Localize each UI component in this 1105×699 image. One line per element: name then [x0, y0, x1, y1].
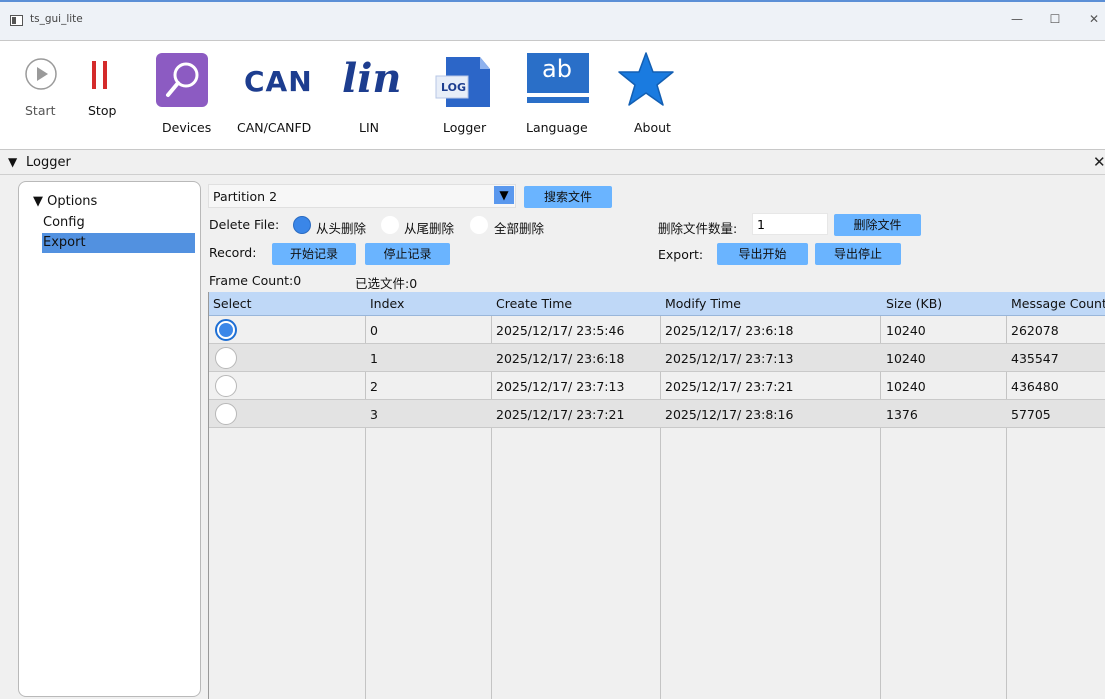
- search-file-button[interactable]: 搜索文件: [524, 186, 612, 208]
- star-icon: [618, 52, 674, 106]
- pause-icon: [92, 61, 107, 89]
- table-header: Select Index Create Time Modify Time Siz…: [209, 292, 1105, 316]
- table-row[interactable]: 3 2025/12/17/ 23:7:21 2025/12/17/ 23:8:1…: [209, 400, 1105, 428]
- collapse-arrow-icon[interactable]: ▼: [8, 155, 17, 169]
- delete-from-tail-radio[interactable]: [381, 216, 399, 234]
- language-label: Language: [526, 120, 588, 135]
- close-window-button[interactable]: ✕: [1084, 12, 1104, 26]
- delete-mode-head-label: 从头删除: [316, 221, 367, 236]
- delete-mode-tail-label: 从尾删除: [404, 221, 455, 236]
- cell-size: 1376: [886, 407, 918, 422]
- tree-item-config[interactable]: Config: [43, 215, 85, 230]
- record-label: Record:: [209, 245, 257, 260]
- cell-message-count: 262078: [1011, 323, 1059, 338]
- cell-index: 0: [370, 323, 378, 338]
- close-icon[interactable]: ✕: [1093, 153, 1105, 171]
- column-header-select[interactable]: Select: [213, 296, 252, 311]
- search-device-icon: [156, 53, 208, 107]
- can-logo-icon: CAN: [244, 65, 313, 98]
- row-select-radio[interactable]: [215, 347, 237, 369]
- cell-index: 1: [370, 351, 378, 366]
- dropdown-arrow-icon[interactable]: ▼: [494, 186, 514, 204]
- column-header-modify-time[interactable]: Modify Time: [665, 296, 741, 311]
- minimize-button[interactable]: —: [1007, 12, 1027, 26]
- column-header-index[interactable]: Index: [370, 296, 404, 311]
- row-select-radio[interactable]: [215, 403, 237, 425]
- logger-panel-header[interactable]: ▼ Logger ✕: [0, 151, 1105, 175]
- file-table: Select Index Create Time Modify Time Siz…: [208, 292, 1105, 699]
- start-record-button[interactable]: 开始记录: [272, 243, 356, 265]
- cell-create-time: 2025/12/17/ 23:6:18: [496, 351, 625, 366]
- delete-count-label: 删除文件数量:: [658, 221, 738, 236]
- stop-button[interactable]: [88, 59, 112, 91]
- start-button[interactable]: [24, 57, 58, 91]
- maximize-button[interactable]: ☐: [1045, 12, 1065, 26]
- delete-count-input[interactable]: [752, 213, 828, 235]
- about-button[interactable]: [617, 51, 675, 109]
- ab-text: ab: [542, 55, 572, 83]
- about-label: About: [634, 120, 671, 135]
- export-label: Export:: [658, 247, 704, 262]
- options-root[interactable]: ▼ Options: [33, 194, 97, 209]
- delete-file-label: Delete File:: [209, 217, 280, 232]
- delete-file-button[interactable]: 删除文件: [834, 214, 921, 236]
- cell-message-count: 435547: [1011, 351, 1059, 366]
- delete-all-radio[interactable]: [470, 216, 488, 234]
- cell-size: 10240: [886, 379, 926, 394]
- main-toolbar: Start Stop Devices CAN CAN/CANFD lin LIN…: [0, 40, 1105, 150]
- cell-index: 3: [370, 407, 378, 422]
- panel-title: Logger: [26, 155, 71, 170]
- column-header-size[interactable]: Size (KB): [886, 296, 942, 311]
- cell-create-time: 2025/12/17/ 23:7:13: [496, 379, 625, 394]
- can-canfd-label: CAN/CANFD: [237, 120, 312, 135]
- lin-button[interactable]: lin: [342, 55, 401, 102]
- table-row[interactable]: 2 2025/12/17/ 23:7:13 2025/12/17/ 23:7:2…: [209, 372, 1105, 400]
- delete-mode-all-label: 全部删除: [494, 221, 545, 236]
- partition-select[interactable]: Partition 2: [208, 184, 516, 208]
- start-label: Start: [25, 103, 56, 118]
- export-stop-button[interactable]: 导出停止: [815, 243, 901, 265]
- logger-label: Logger: [443, 120, 487, 135]
- devices-button[interactable]: [154, 53, 210, 109]
- language-button[interactable]: ab: [527, 53, 589, 105]
- cell-create-time: 2025/12/17/ 23:7:21: [496, 407, 625, 422]
- selected-files-count: 已选文件:0: [355, 276, 418, 291]
- lin-label: LIN: [359, 120, 380, 135]
- cell-message-count: 57705: [1011, 407, 1051, 422]
- title-bar: ts_gui_lite — ☐ ✕: [0, 0, 1105, 40]
- cell-modify-time: 2025/12/17/ 23:7:13: [665, 351, 794, 366]
- log-badge: LOG: [441, 81, 466, 94]
- cell-index: 2: [370, 379, 378, 394]
- app-window-icon: [10, 15, 23, 26]
- options-tree: ▼ Options Config Export: [18, 181, 201, 697]
- stop-label: Stop: [88, 103, 117, 118]
- play-icon: [25, 58, 57, 90]
- cell-modify-time: 2025/12/17/ 23:8:16: [665, 407, 794, 422]
- stop-record-button[interactable]: 停止记录: [365, 243, 450, 265]
- cell-message-count: 436480: [1011, 379, 1059, 394]
- cell-modify-time: 2025/12/17/ 23:6:18: [665, 323, 794, 338]
- cell-create-time: 2025/12/17/ 23:5:46: [496, 323, 625, 338]
- column-header-message-count[interactable]: Message Count: [1011, 296, 1105, 311]
- row-select-radio[interactable]: [215, 319, 237, 341]
- cell-size: 10240: [886, 323, 926, 338]
- can-button[interactable]: CAN: [244, 65, 313, 98]
- devices-label: Devices: [162, 120, 212, 135]
- tree-item-export[interactable]: Export: [43, 235, 86, 250]
- table-row[interactable]: 1 2025/12/17/ 23:6:18 2025/12/17/ 23:7:1…: [209, 344, 1105, 372]
- lin-logo-icon: lin: [342, 55, 402, 102]
- table-row[interactable]: 0 2025/12/17/ 23:5:46 2025/12/17/ 23:6:1…: [209, 316, 1105, 344]
- frame-count: Frame Count:0: [209, 273, 302, 288]
- export-start-button[interactable]: 导出开始: [717, 243, 808, 265]
- logger-button[interactable]: LOG: [432, 55, 492, 109]
- cell-modify-time: 2025/12/17/ 23:7:21: [665, 379, 794, 394]
- column-header-create-time[interactable]: Create Time: [496, 296, 572, 311]
- cell-size: 10240: [886, 351, 926, 366]
- partition-value: Partition 2: [213, 189, 278, 204]
- row-select-radio[interactable]: [215, 375, 237, 397]
- delete-from-head-radio[interactable]: [293, 216, 311, 234]
- window-title: ts_gui_lite: [30, 13, 83, 25]
